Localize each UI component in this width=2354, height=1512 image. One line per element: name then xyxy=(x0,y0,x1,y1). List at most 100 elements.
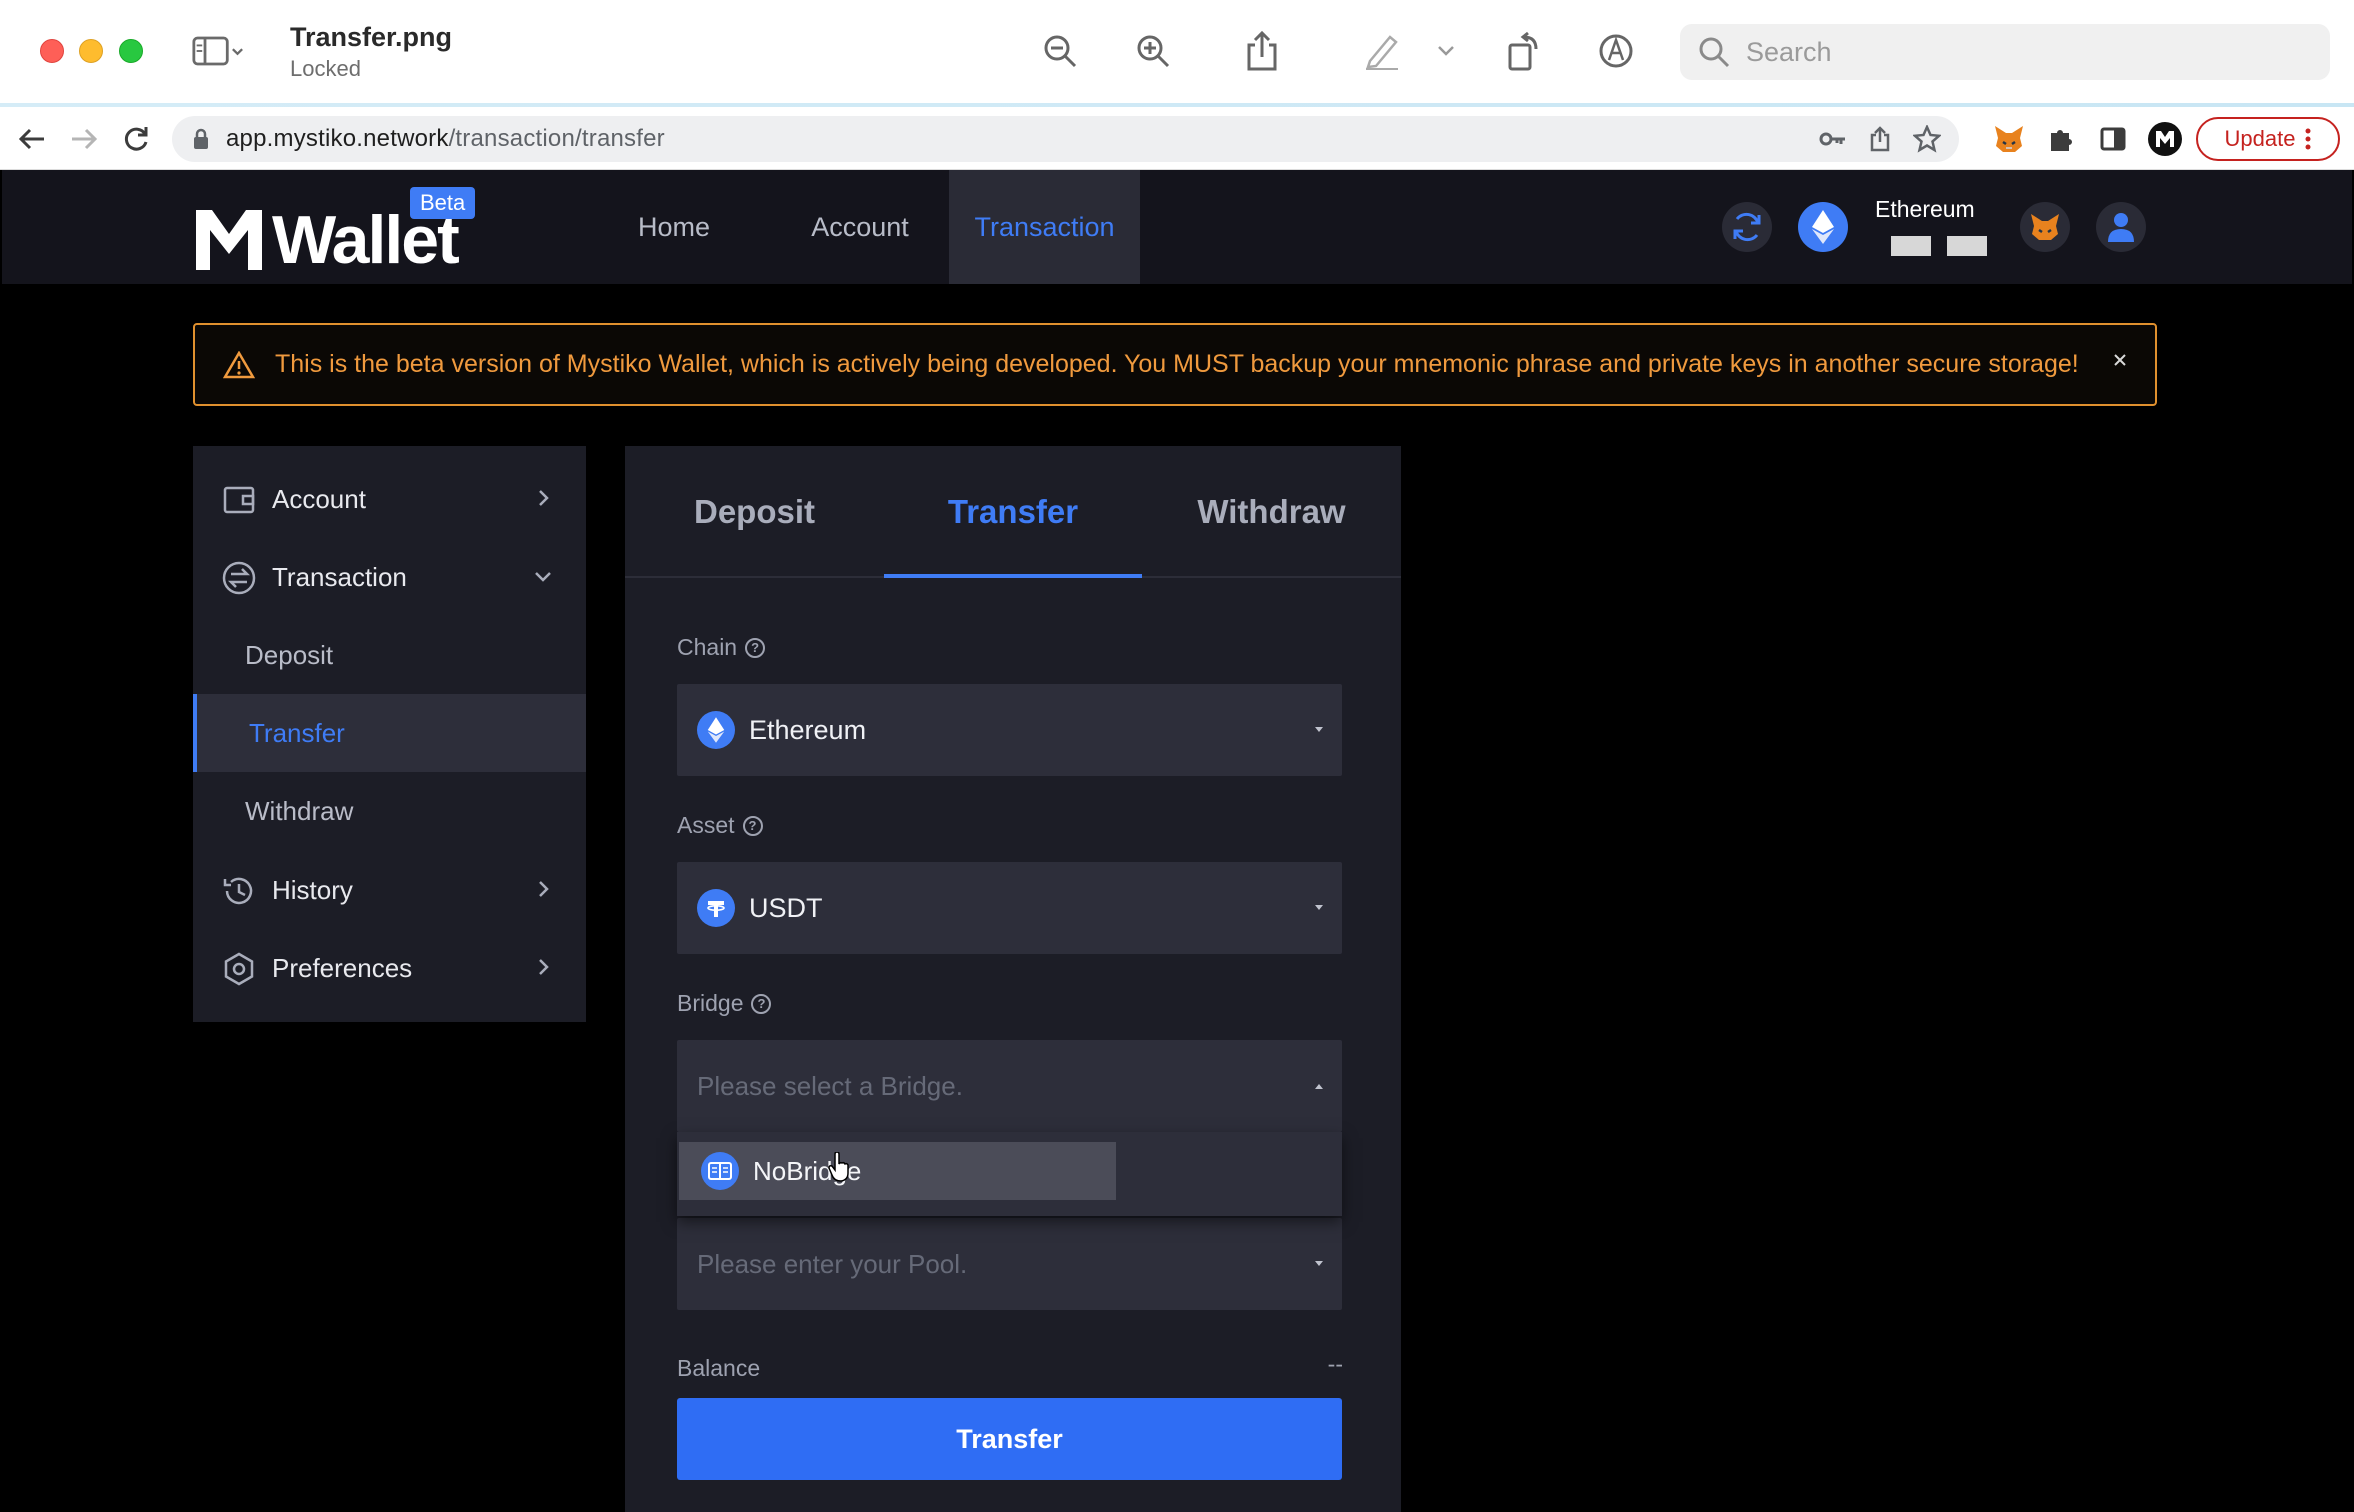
zoom-in-icon xyxy=(1137,35,1170,68)
bridge-select-placeholder: Please select a Bridge. xyxy=(697,1070,963,1101)
document-status: Locked xyxy=(290,56,361,81)
zoom-window-button[interactable] xyxy=(119,39,143,63)
close-alert-button[interactable] xyxy=(2107,347,2133,373)
side-panel-button[interactable] xyxy=(2093,119,2133,159)
pool-select-placeholder: Please enter your Pool. xyxy=(697,1248,968,1279)
zoom-in-button[interactable] xyxy=(1127,25,1179,77)
caret-down-icon xyxy=(1315,727,1323,732)
annotate-button[interactable] xyxy=(1590,25,1642,77)
bridge-icon xyxy=(701,1152,739,1190)
sync-icon xyxy=(1733,212,1761,242)
help-icon[interactable]: ? xyxy=(751,993,772,1014)
user-icon xyxy=(2108,213,2134,242)
share-button[interactable] xyxy=(1236,25,1288,77)
markup-menu-button[interactable] xyxy=(1426,25,1466,77)
balance-label: Balance xyxy=(677,1355,761,1381)
sidebar-icon xyxy=(192,36,243,66)
bridge-option-nobridge[interactable]: NoBridge xyxy=(679,1142,1116,1200)
chain-select[interactable]: Ethereum xyxy=(677,684,1342,776)
rotate-button[interactable] xyxy=(1498,25,1550,77)
app-header: Wallet Beta Home Account Transaction Eth… xyxy=(2,170,2352,284)
markup-circle-icon xyxy=(1599,34,1633,68)
nav-account[interactable]: Account xyxy=(786,170,934,284)
caret-up-icon xyxy=(1315,1084,1323,1089)
forward-button[interactable] xyxy=(64,119,104,159)
metamask-fox-icon xyxy=(2031,214,2059,240)
zoom-out-icon xyxy=(1044,35,1077,68)
tab-transfer[interactable]: Transfer xyxy=(884,446,1142,578)
pointer-cursor-icon xyxy=(828,1152,849,1182)
share-icon xyxy=(1247,31,1277,71)
preview-search-field[interactable]: Search xyxy=(1680,24,2330,80)
search-icon xyxy=(1699,37,1730,68)
address-bar[interactable]: app.mystiko.network/transaction/transfer xyxy=(172,116,1959,162)
refresh-button[interactable] xyxy=(1722,202,1772,252)
url-path: /transaction/transfer xyxy=(448,125,665,152)
document-title: Transfer.png xyxy=(290,22,453,52)
zoom-out-button[interactable] xyxy=(1034,25,1086,77)
asset-label: Asset ? xyxy=(677,812,763,839)
url-text: app.mystiko.network/transaction/transfer xyxy=(226,125,665,153)
user-menu-button[interactable] xyxy=(2096,202,2146,252)
nav-transaction[interactable]: Transaction xyxy=(949,170,1140,284)
pool-select[interactable]: Please enter your Pool. xyxy=(677,1218,1342,1310)
active-tab-indicator xyxy=(884,574,1142,578)
chevron-down-icon xyxy=(1438,46,1454,56)
tether-icon xyxy=(697,889,735,927)
search-placeholder: Search xyxy=(1746,36,1832,67)
sidebar-item-withdraw[interactable]: Withdraw xyxy=(193,772,586,850)
asset-label-text: Asset xyxy=(677,812,735,838)
share-icon[interactable] xyxy=(1869,126,1891,152)
sidebar-item-deposit[interactable]: Deposit xyxy=(193,616,586,694)
sidebar-item-transaction[interactable]: Transaction xyxy=(193,538,586,616)
sidebar-menu: Account Transaction Deposit Transfer Wit… xyxy=(193,446,586,1022)
extensions-button[interactable] xyxy=(2041,119,2081,159)
asset-select[interactable]: USDT xyxy=(677,862,1342,954)
beta-warning-text: This is the beta version of Mystiko Wall… xyxy=(275,350,2079,378)
network-button[interactable] xyxy=(1798,202,1848,252)
tab-withdraw[interactable]: Withdraw xyxy=(1142,446,1401,578)
more-vertical-icon xyxy=(2305,128,2311,150)
chevron-right-icon xyxy=(539,490,549,506)
sidebar-item-preferences[interactable]: Preferences xyxy=(193,929,586,1007)
sidebar-item-transfer[interactable]: Transfer xyxy=(193,694,586,772)
markup-button[interactable] xyxy=(1356,25,1408,77)
warning-icon xyxy=(223,350,255,378)
caret-down-icon xyxy=(1315,1261,1323,1266)
sidebar-item-label: Account xyxy=(272,483,366,514)
bridge-select[interactable]: Please select a Bridge. xyxy=(677,1040,1342,1132)
preview-titlebar: Transfer.png Locked Search xyxy=(0,0,2354,105)
side-panel-icon xyxy=(2100,127,2126,151)
sidebar-toggle-button[interactable] xyxy=(192,25,244,77)
key-icon[interactable] xyxy=(1819,129,1847,149)
ethereum-icon xyxy=(1812,210,1834,244)
bridge-label-text: Bridge xyxy=(677,990,744,1016)
url-host: app.mystiko.network xyxy=(226,125,449,152)
chrome-update-button[interactable]: Update xyxy=(2196,117,2340,161)
back-button[interactable] xyxy=(12,119,52,159)
transfer-submit-button[interactable]: Transfer xyxy=(677,1398,1342,1480)
profile-button[interactable] xyxy=(2145,119,2185,159)
balance-value: -- xyxy=(1327,1351,1343,1377)
help-icon[interactable]: ? xyxy=(742,815,763,836)
metamask-button[interactable] xyxy=(2020,202,2070,252)
sidebar-item-account[interactable]: Account xyxy=(193,460,586,538)
chain-label: Chain ? xyxy=(677,634,766,661)
chevron-right-icon xyxy=(539,881,549,897)
reload-button[interactable] xyxy=(116,119,156,159)
help-icon[interactable]: ? xyxy=(745,637,766,658)
close-window-button[interactable] xyxy=(40,39,64,63)
tab-deposit[interactable]: Deposit xyxy=(625,446,884,578)
beta-warning-banner: This is the beta version of Mystiko Wall… xyxy=(193,323,2157,406)
bridge-dropdown-menu: NoBridge xyxy=(677,1132,1342,1216)
nav-home[interactable]: Home xyxy=(610,170,738,284)
sidebar-item-history[interactable]: History xyxy=(193,851,586,929)
update-label: Update xyxy=(2224,126,2296,151)
address-bar-actions xyxy=(1819,116,1959,162)
network-address-redacted xyxy=(1891,236,1987,256)
star-icon[interactable] xyxy=(1913,125,1941,153)
minimize-window-button[interactable] xyxy=(79,39,103,63)
caret-down-icon xyxy=(1315,905,1323,910)
metamask-extension-button[interactable] xyxy=(1989,119,2029,159)
network-name: Ethereum xyxy=(1875,196,1975,222)
